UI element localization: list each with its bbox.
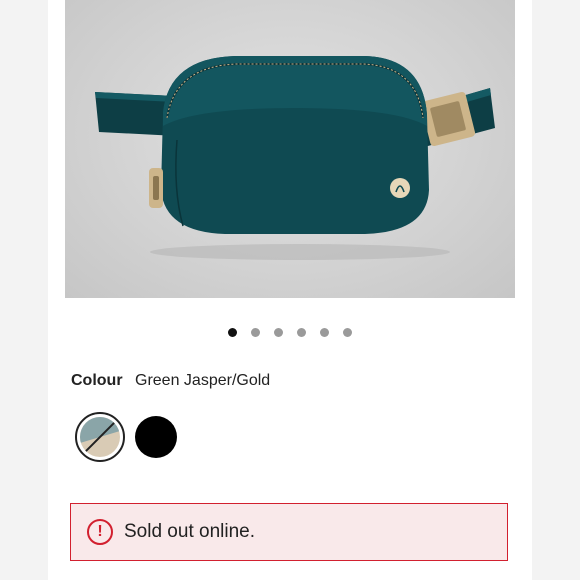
product-image[interactable] xyxy=(65,0,515,298)
carousel-dot-1[interactable] xyxy=(228,328,237,337)
swatch-green-jasper-gold-image xyxy=(80,417,120,457)
colour-value: Green Jasper/Gold xyxy=(135,372,271,389)
exclamation-circle-icon: ! xyxy=(87,519,113,545)
product-card: Colour Green Jasper/Gold ! Sold out onli… xyxy=(48,0,532,580)
carousel-dot-4[interactable] xyxy=(297,328,306,337)
sold-out-text: Sold out online. xyxy=(124,521,255,542)
carousel-dot-6[interactable] xyxy=(343,328,352,337)
carousel-dot-5[interactable] xyxy=(320,328,329,337)
colour-label: Colour xyxy=(71,372,123,389)
sold-out-alert: ! Sold out online. xyxy=(70,503,508,561)
swatch-green-jasper-gold[interactable] xyxy=(75,412,125,462)
carousel-indicator xyxy=(48,328,532,338)
colour-swatches xyxy=(75,412,177,462)
colour-row: Colour Green Jasper/Gold xyxy=(71,372,270,390)
swatch-black[interactable] xyxy=(135,416,177,458)
carousel-dot-2[interactable] xyxy=(251,328,260,337)
carousel-dot-3[interactable] xyxy=(274,328,283,337)
belt-bag-illustration xyxy=(95,56,495,260)
